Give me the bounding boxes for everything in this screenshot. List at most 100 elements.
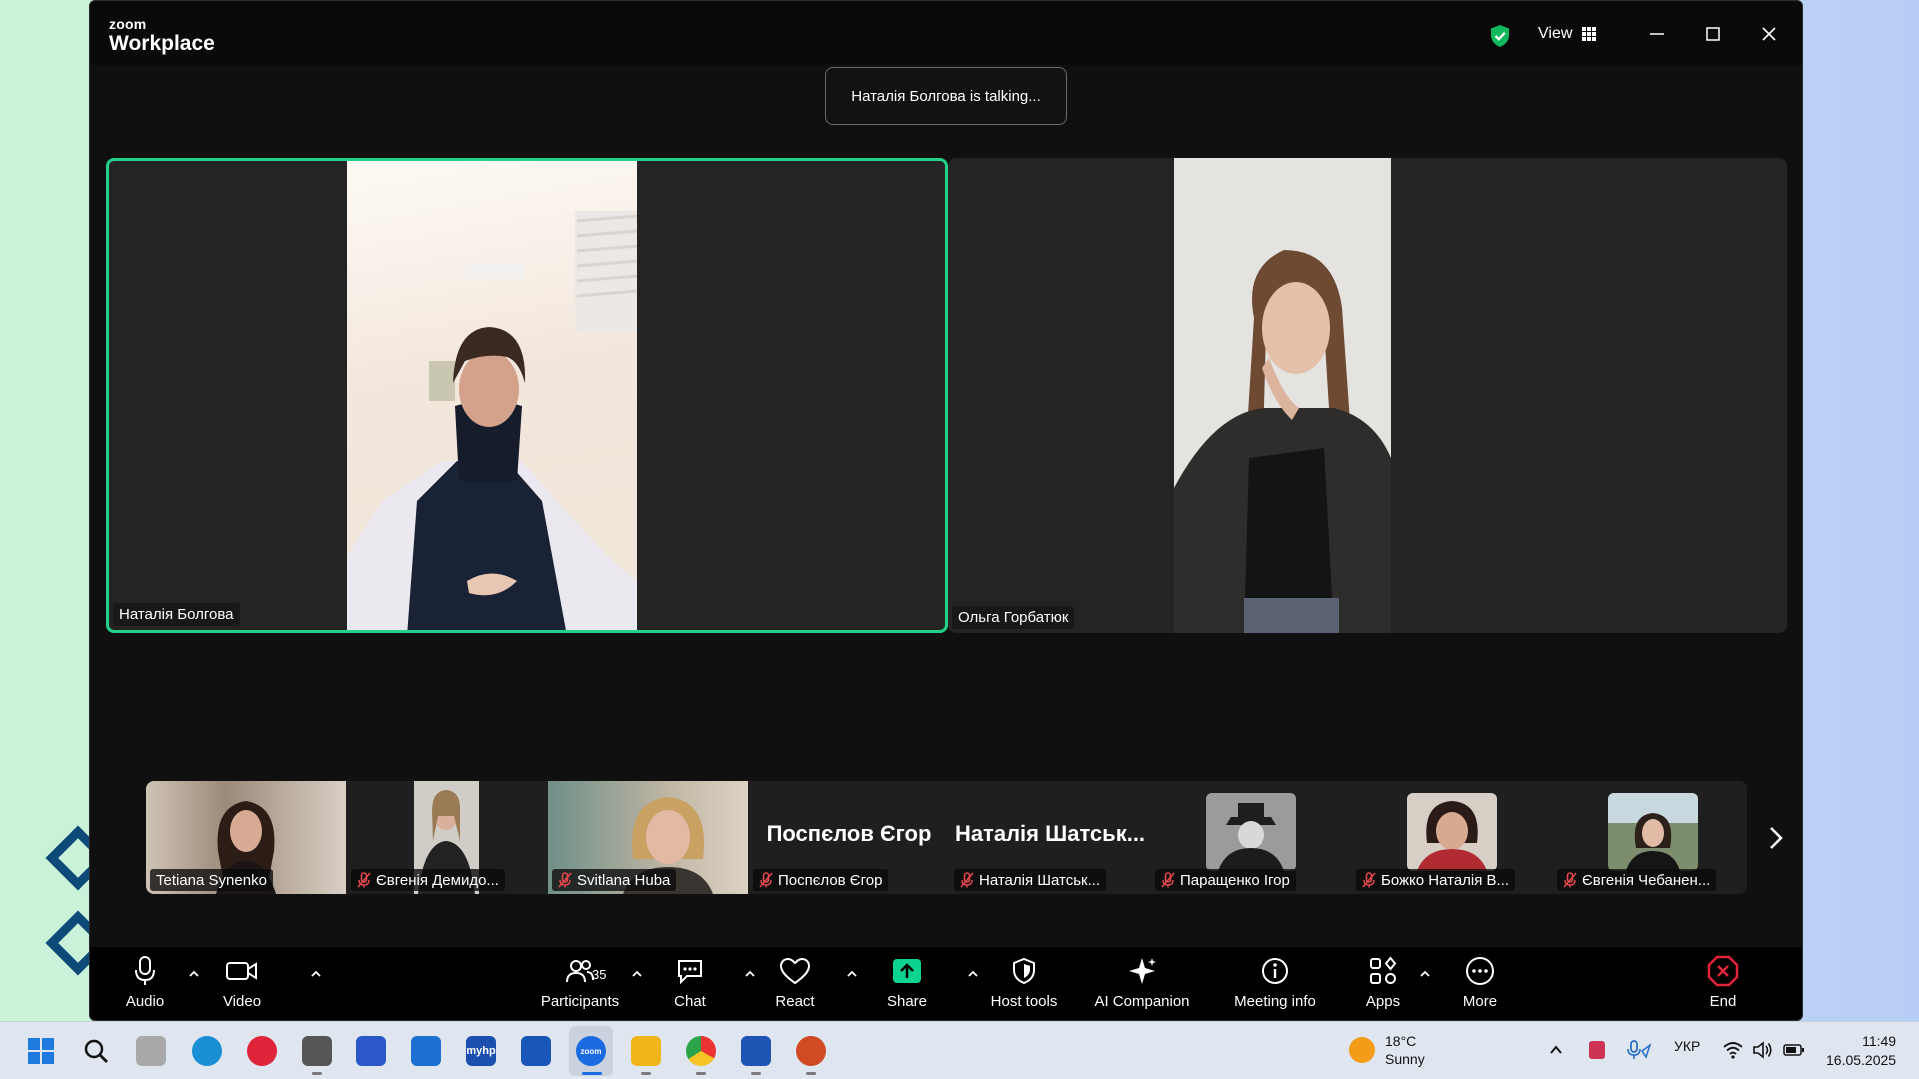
windows-start-icon[interactable] [27,1037,55,1065]
running-indicator [806,1072,816,1075]
avatar [1206,793,1296,871]
meeting-info-label: Meeting info [1234,993,1316,1010]
mic-muted-icon [357,872,371,888]
chevron-up-icon[interactable] [630,969,644,979]
ai-companion-button[interactable]: AI Companion [1087,953,1197,1010]
participants-button[interactable]: Participants [530,953,630,1010]
video-button[interactable]: Video [207,953,277,1010]
myhp-icon-label: myhp [466,1045,496,1057]
language-indicator[interactable]: УКР [1674,1038,1700,1054]
filmstrip-name-label: Svitlana Huba [552,869,677,891]
active-speaker-banner: Наталія Болгова is talking... [825,67,1067,125]
zoom-app-icon[interactable]: zoom [576,1036,606,1066]
view-button[interactable]: View [1538,25,1597,43]
avatar-image [1407,793,1497,871]
video-camera-icon [226,962,257,980]
audio-label: Audio [125,993,165,1010]
volume-icon[interactable] [1752,1040,1774,1060]
battery-icon[interactable] [1783,1042,1805,1058]
meeting-info-button[interactable]: Meeting info [1220,953,1330,1010]
avatar-image [1608,793,1698,871]
tray-app-icon[interactable] [1589,1041,1605,1059]
filmstrip-tile[interactable]: Tetiana Synenko [146,781,346,894]
mic-muted-icon [960,872,974,888]
participant-name-label: Наталія Болгова [113,603,240,626]
mic-muted-icon [759,872,773,888]
maximize-icon[interactable] [1702,23,1724,45]
logo-text-small: zoom [109,16,147,32]
filmstrip-tile[interactable]: Євгенія Чебанен... [1553,781,1747,894]
share-button[interactable]: Share [872,953,942,1010]
mic-muted-icon [1563,872,1577,888]
edge-browser-icon[interactable] [192,1036,222,1066]
screen-recorder-icon[interactable] [247,1036,277,1066]
participant-video [1174,158,1391,633]
chat-label: Chat [674,993,706,1010]
chevron-up-icon[interactable] [1418,969,1432,979]
clock-time: 11:49 [1862,1033,1897,1049]
myhp-icon[interactable]: myhp [466,1036,496,1066]
microphone-icon [135,956,155,985]
ai-companion-label: AI Companion [1094,993,1190,1010]
clock-date: 16.05.2025 [1826,1052,1897,1068]
word-icon[interactable] [741,1036,771,1066]
video-tile-participant[interactable]: Ольга Горбатюк [948,158,1787,633]
meeting-toolbar: Audio Video Participants 35 Chat React S… [90,947,1802,1020]
minimize-icon[interactable] [1646,23,1668,45]
apps-button[interactable]: Apps [1348,953,1418,1010]
chat-bubble-icon [678,960,702,985]
calculator-icon[interactable] [302,1036,332,1066]
active-app-indicator [582,1072,602,1075]
powerpoint-icon[interactable] [796,1036,826,1066]
chevron-up-icon[interactable] [187,969,201,979]
weather-widget[interactable]: 18°C Sunny [1349,1032,1425,1068]
filmstrip-name-label: Поспєлов Єгор [753,869,889,891]
wifi-icon[interactable] [1722,1040,1744,1060]
snipping-tool-icon[interactable] [356,1036,386,1066]
video-label: Video [222,993,262,1010]
filmstrip-tile[interactable]: Поспєлов Єгор Поспєлов Єгор [749,781,949,894]
more-button[interactable]: More [1445,953,1515,1010]
task-view-icon[interactable] [136,1036,166,1066]
host-tools-button[interactable]: Host tools [984,953,1064,1010]
filmstrip-tile[interactable]: Євгенія Демидо... [347,781,547,894]
search-icon[interactable] [82,1037,110,1065]
file-explorer-icon[interactable] [631,1036,661,1066]
running-indicator [751,1072,761,1075]
running-indicator [696,1072,706,1075]
chevron-up-icon[interactable] [966,969,980,979]
visio-icon[interactable] [521,1036,551,1066]
host-shield-icon [1013,957,1035,985]
filmstrip-tile[interactable]: Svitlana Huba [548,781,748,894]
chevron-up-icon[interactable] [309,969,323,979]
chevron-up-icon[interactable] [845,969,859,979]
react-button[interactable]: React [760,953,830,1010]
mic-muted-icon [1161,872,1175,888]
apps-icon [1370,956,1397,984]
filmstrip-tile[interactable]: Паращенко Ігор [1151,781,1351,894]
filmstrip-tile[interactable]: Наталія Шатськ... Наталія Шатськ... [950,781,1150,894]
logo-text-workplace: Workplace [109,32,215,55]
chevron-right-icon[interactable] [1764,824,1788,852]
participant-name: Tetiana Synenko [156,871,267,889]
end-meeting-button[interactable]: End [1698,953,1748,1010]
filmstrip-tile[interactable]: Божко Наталія В... [1352,781,1552,894]
close-icon[interactable] [1758,23,1780,45]
chrome-browser-icon[interactable] [686,1036,716,1066]
system-clock[interactable]: 11:49 16.05.2025 [1826,1032,1896,1070]
chat-button[interactable]: Chat [655,953,725,1010]
participant-name: Євгенія Чебанен... [1582,871,1711,889]
more-icon [1466,957,1494,985]
microphone-tray-icon[interactable] [1626,1039,1652,1061]
microsoft-store-icon[interactable] [411,1036,441,1066]
video-tile-active-speaker[interactable]: Наталія Болгова [106,158,948,633]
chevron-up-icon[interactable] [1548,1042,1564,1058]
chevron-up-icon[interactable] [743,969,757,979]
filmstrip-name-label: Паращенко Ігор [1155,869,1296,891]
participant-video-image [347,211,637,630]
audio-button[interactable]: Audio [110,953,180,1010]
windows-taskbar: myhp zoom 18°C Sunny УКР 11:49 16.05.202… [0,1021,1919,1079]
security-shield-icon[interactable] [1489,24,1511,48]
participant-display-name: Наталія Шатськ... [954,821,1146,846]
participant-name: Поспєлов Єгор [778,871,883,889]
